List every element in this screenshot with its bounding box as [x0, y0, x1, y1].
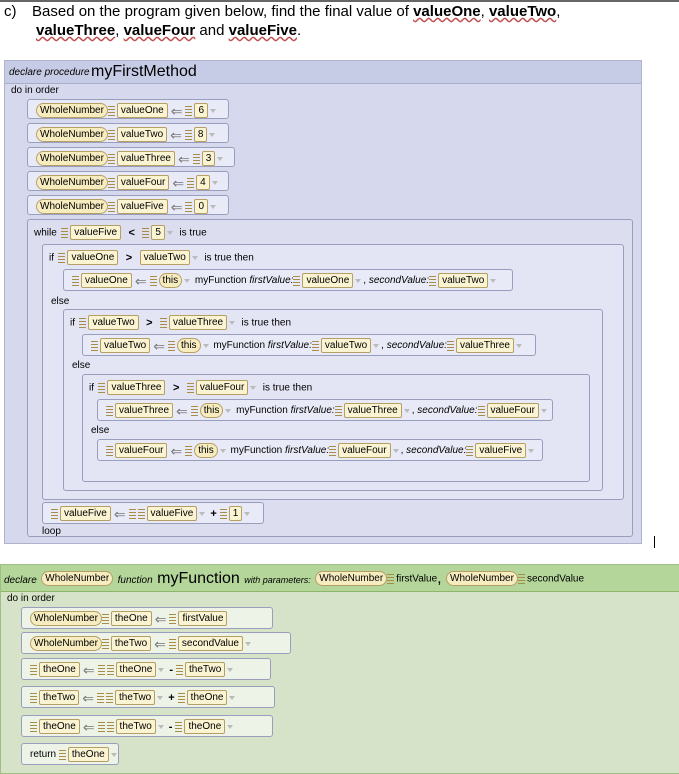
assign-arrow-icon: ⇐: [176, 402, 188, 419]
assign-arrow-icon: ⇐: [170, 198, 183, 215]
decl-row[interactable]: WholeNumber valueTwo ⇐ 8: [27, 123, 229, 143]
chevron-down-icon[interactable]: [217, 156, 224, 161]
chevron-down-icon[interactable]: [210, 204, 217, 209]
assign-arrow-icon: ⇐: [170, 126, 182, 143]
assign-arrow-icon: ⇐: [153, 337, 165, 354]
question-label: c): [4, 3, 17, 20]
method1-panel: declare procedure myFirstMethod do in or…: [4, 60, 642, 544]
method2-header: declare WholeNumber function myFunction …: [1, 565, 679, 592]
decl-row[interactable]: WholeNumber valueThree ⇐ 3: [27, 147, 235, 167]
if-block-1[interactable]: if valueOne > valueTwo is true then valu…: [42, 244, 624, 500]
assign-row[interactable]: valueFour ⇐ this myFunction firstValue: val…: [97, 439, 543, 461]
question-text: c) Based on the program given below, find…: [4, 3, 561, 39]
while-keyword: while: [34, 227, 57, 239]
assign-arrow-icon: ⇐: [82, 718, 95, 735]
method2-panel: declare WholeNumber function myFunction …: [0, 564, 679, 774]
do-in-order-label: do in order: [7, 593, 55, 604]
method1-name: myFirstMethod: [91, 63, 197, 80]
assign-arrow-icon: ⇐: [134, 272, 147, 289]
else-keyword: else: [72, 360, 91, 371]
method1-header: declare procedure myFirstMethod: [5, 61, 641, 84]
assign-arrow-icon: ⇐: [113, 505, 126, 522]
decl-row[interactable]: WholeNumber valueFive ⇐ 0: [27, 195, 229, 215]
while-block[interactable]: while valueFive < 5 is true if valueOne …: [27, 219, 633, 537]
do-in-order-label: do in order: [11, 85, 59, 96]
chevron-down-icon[interactable]: [229, 320, 236, 325]
assign-row[interactable]: valueOne ⇐ this myFunction firstValue: valu…: [63, 269, 513, 291]
chevron-down-icon[interactable]: [210, 108, 217, 113]
else-keyword: else: [51, 296, 70, 307]
chevron-down-icon[interactable]: [250, 385, 257, 390]
assign-arrow-icon: ⇐: [170, 442, 183, 459]
text-cursor: [654, 536, 655, 548]
if-block-3[interactable]: if valueThree > valueFour is true then v…: [82, 374, 590, 482]
assign-arrow-icon: ⇐: [177, 150, 190, 167]
assign-row[interactable]: valueTwo ⇐ this myFunction firstValue: valu…: [82, 334, 536, 356]
assign-arrow-icon: ⇐: [154, 635, 166, 652]
chevron-down-icon[interactable]: [191, 255, 198, 260]
chevron-down-icon[interactable]: [209, 132, 216, 137]
assign-row[interactable]: theOne ⇐ theTwo - theOne: [21, 715, 273, 737]
decl-row[interactable]: WholeNumber valueOne ⇐ 6: [27, 99, 229, 119]
increment-row[interactable]: valueFive ⇐ valueFive +1: [42, 502, 264, 524]
assign-arrow-icon: ⇐: [82, 689, 94, 706]
decl-row[interactable]: WholeNumber valueFour ⇐ 4: [27, 171, 229, 191]
assign-arrow-icon: ⇐: [172, 174, 185, 191]
else-keyword: else: [91, 425, 110, 436]
assign-row[interactable]: theTwo ⇐ theTwo + theOne: [21, 686, 275, 708]
loop-keyword: loop: [42, 526, 61, 537]
decl-row[interactable]: WholeNumber theTwo ⇐ secondValue: [21, 632, 291, 654]
assign-arrow-icon: ⇐: [154, 610, 167, 627]
if-block-2[interactable]: if valueTwo > valueThree is true then va…: [63, 309, 603, 491]
method2-name: myFunction: [157, 570, 240, 587]
assign-row[interactable]: valueThree ⇐ this myFunction firstValue: va…: [97, 399, 553, 421]
assign-arrow-icon: ⇐: [82, 661, 95, 678]
decl-row[interactable]: WholeNumber theOne ⇐ firstValue: [21, 607, 273, 629]
return-row[interactable]: return theOne: [21, 743, 119, 765]
chevron-down-icon[interactable]: [211, 180, 218, 185]
assign-row[interactable]: theOne ⇐ theOne - theTwo: [21, 658, 271, 680]
chevron-down-icon[interactable]: [166, 230, 173, 235]
assign-arrow-icon: ⇐: [170, 102, 183, 119]
